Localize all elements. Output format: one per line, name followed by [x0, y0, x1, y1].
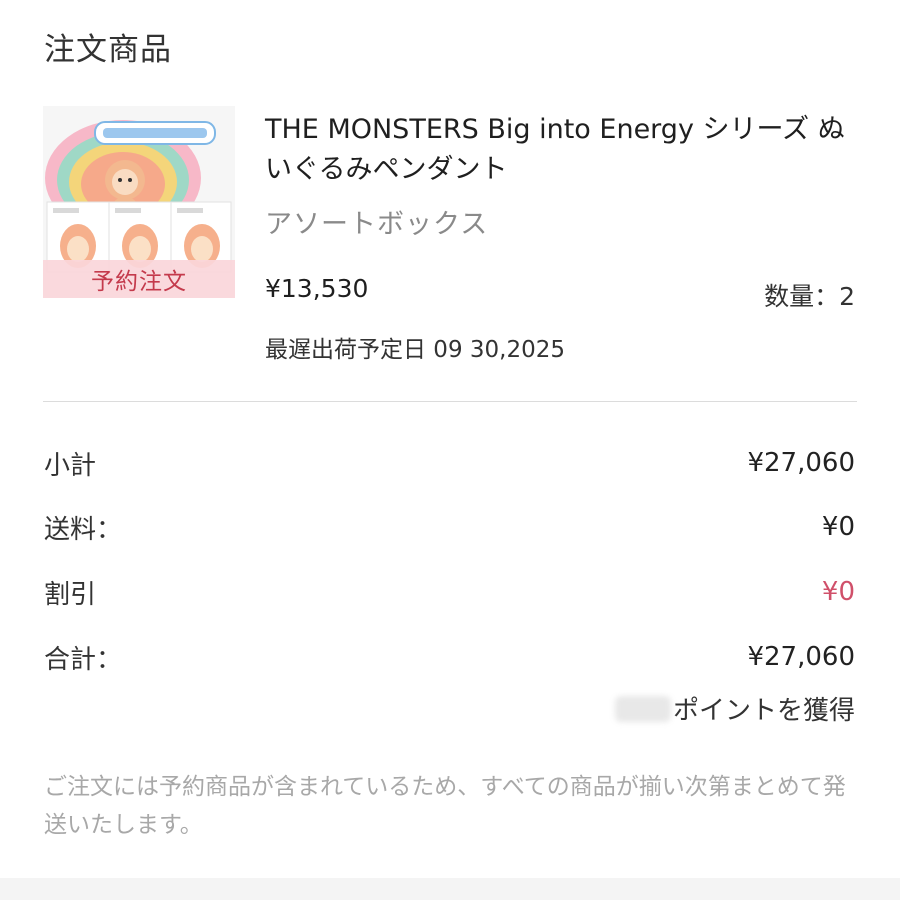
- product-thumbnail[interactable]: 予約注文: [43, 106, 235, 298]
- total-label: 合計：: [44, 644, 123, 675]
- points-earned: ポイントを獲得: [614, 690, 855, 727]
- points-label: ポイントを獲得: [672, 696, 855, 726]
- preorder-notice: ご注文には予約商品が含まれているため、すべての商品が揃い次第まとめて発送いたしま…: [44, 774, 846, 838]
- latest-ship-date: 最遅出荷予定日 09 30,2025: [265, 337, 565, 363]
- shipping-value: ¥0: [821, 512, 855, 542]
- total-row: 合計： ¥27,060: [44, 639, 855, 675]
- product-price: ¥13,530: [265, 274, 369, 303]
- product-variant: アソートボックス: [265, 209, 489, 240]
- shipping-label: 送料：: [44, 514, 123, 545]
- discount-value: ¥0: [821, 577, 855, 607]
- order-items-page: 注文商品 予約注文 THE MONSTERS Big into Energy シ…: [0, 0, 900, 900]
- discount-row: 割引 ¥0: [44, 574, 855, 610]
- discount-label: 割引: [44, 579, 97, 610]
- product-quantity: 数量：2: [764, 282, 855, 311]
- shipping-row: 送料： ¥0: [44, 509, 855, 545]
- bottom-band: [0, 878, 900, 900]
- points-amount-redacted: [614, 695, 671, 722]
- preorder-badge: 予約注文: [43, 260, 235, 298]
- subtotal-row: 小計 ¥27,060: [44, 445, 855, 481]
- subtotal-label: 小計: [44, 450, 97, 481]
- section-title: 注文商品: [44, 32, 172, 68]
- product-name[interactable]: THE MONSTERS Big into Energy シリーズ ぬいぐるみペ…: [265, 110, 865, 190]
- divider: [43, 401, 857, 402]
- subtotal-value: ¥27,060: [747, 448, 855, 478]
- total-value: ¥27,060: [747, 642, 855, 672]
